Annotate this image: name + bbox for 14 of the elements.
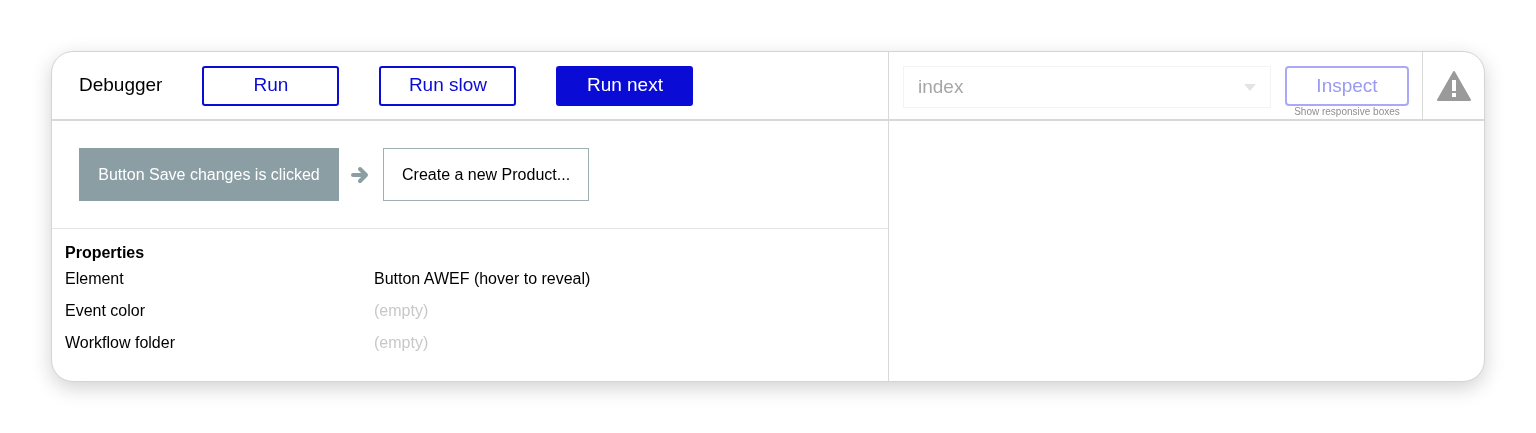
- workflow-step[interactable]: Create a new Product...: [383, 148, 590, 201]
- caret-icon: [1244, 83, 1256, 91]
- debugger-title: Debugger: [79, 73, 163, 98]
- arrow-icon: [351, 165, 371, 184]
- warning-icon: [1436, 70, 1471, 101]
- run-button[interactable]: Run: [202, 65, 340, 106]
- property-name: Workflow folder: [65, 333, 176, 353]
- properties-heading: Properties: [65, 243, 146, 263]
- hint-text: Show responsive boxes: [1294, 106, 1400, 118]
- property-value: Button AWEF (hover to reveal): [374, 269, 591, 289]
- property-name: Event color: [65, 301, 147, 321]
- run-button[interactable]: Run slow: [379, 65, 517, 106]
- run-button[interactable]: Run next: [556, 65, 694, 106]
- property-name: Element: [65, 269, 125, 289]
